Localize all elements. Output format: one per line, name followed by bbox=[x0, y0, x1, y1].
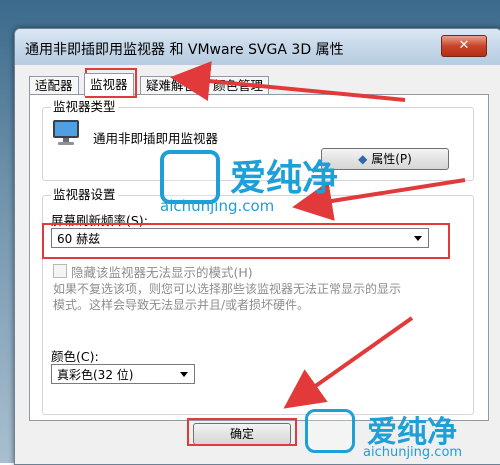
properties-dialog: 通用非即插即用监视器 和 VMware SVGA 3D 属性 ✕ 适配器 监视器… bbox=[14, 28, 500, 465]
close-button[interactable]: ✕ bbox=[441, 35, 487, 57]
tab-monitor[interactable]: 监视器 bbox=[84, 73, 134, 96]
tab-color-management[interactable]: 颜色管理 bbox=[207, 76, 270, 95]
refresh-rate-select[interactable]: 60 赫兹 bbox=[51, 228, 429, 248]
hide-modes-label: 隐藏该监视器无法显示的模式(H) bbox=[71, 265, 253, 280]
hide-modes-checkbox[interactable] bbox=[53, 264, 67, 278]
properties-button[interactable]: ◆ 属性(P) bbox=[321, 148, 449, 170]
shield-icon: ◆ bbox=[358, 152, 368, 166]
monitor-tab-panel: 监视器类型 通用非即插即用监视器 ◆ 属性(P) 监视器设置 屏幕刷新频率(S)… bbox=[29, 94, 489, 421]
chevron-down-icon bbox=[414, 236, 422, 241]
colors-label: 颜色(C): bbox=[51, 349, 99, 364]
ok-button[interactable]: 确定 bbox=[193, 423, 291, 445]
description-line-1: 如果不复选该项，则您可以选择那些该监视器无法正常显示的显示 bbox=[53, 282, 402, 296]
monitor-settings-group: 监视器设置 屏幕刷新频率(S): 60 赫兹 隐藏该监视器无法显示的模式(H) … bbox=[42, 188, 474, 415]
properties-button-label: 属性(P) bbox=[371, 152, 412, 166]
colors-select[interactable]: 真彩色(32 位) bbox=[51, 364, 195, 384]
chevron-down-icon bbox=[180, 372, 188, 377]
tab-adapter[interactable]: 适配器 bbox=[29, 76, 79, 95]
monitor-icon bbox=[53, 120, 79, 145]
title-bar: 通用非即插即用监视器 和 VMware SVGA 3D 属性 ✕ bbox=[15, 29, 500, 65]
refresh-rate-value: 60 赫兹 bbox=[57, 232, 101, 246]
ok-button-label: 确定 bbox=[229, 427, 254, 441]
tab-troubleshoot[interactable]: 疑难解答 bbox=[140, 76, 203, 95]
monitor-type-group: 监视器类型 通用非即插即用监视器 ◆ 属性(P) bbox=[42, 100, 474, 181]
close-icon: ✕ bbox=[458, 38, 470, 53]
monitor-name: 通用非即插即用监视器 bbox=[93, 131, 219, 146]
description-line-2: 模式。这样会导致无法显示并且/或者损坏硬件。 bbox=[53, 298, 310, 312]
monitor-settings-label: 监视器设置 bbox=[51, 187, 118, 202]
refresh-rate-label: 屏幕刷新频率(S): bbox=[51, 213, 148, 228]
monitor-type-label: 监视器类型 bbox=[51, 99, 118, 114]
window-title: 通用非即插即用监视器 和 VMware SVGA 3D 属性 bbox=[25, 42, 344, 58]
colors-value: 真彩色(32 位) bbox=[57, 368, 134, 382]
